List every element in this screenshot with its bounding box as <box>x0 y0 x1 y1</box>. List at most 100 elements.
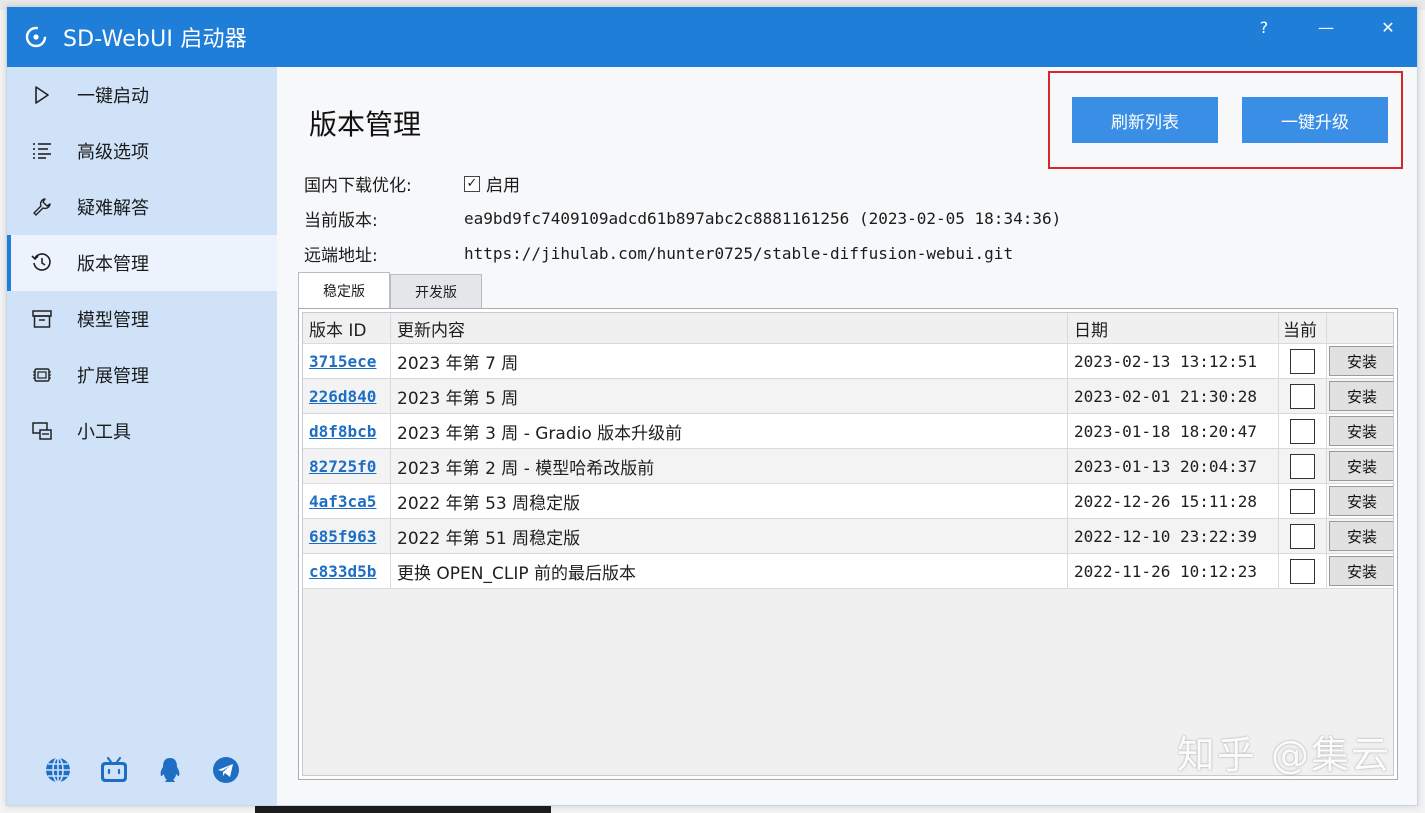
table-row: 82725f0 2023 年第 2 周 - 模型哈希改版前 2023-01-13 2… <box>303 449 1393 484</box>
version-id-cell: 4af3ca5 <box>303 484 391 518</box>
bilibili-icon[interactable] <box>99 755 129 785</box>
version-id-link[interactable]: 226d840 <box>309 387 376 406</box>
current-cell <box>1279 484 1327 518</box>
tools-icon <box>31 420 53 442</box>
version-id-cell: d8f8bcb <box>303 414 391 448</box>
version-id-link[interactable]: d8f8bcb <box>309 422 376 441</box>
window-title: SD-WebUI 启动器 <box>63 27 247 52</box>
install-button[interactable]: 安装 <box>1329 451 1393 481</box>
install-button[interactable]: 安装 <box>1329 346 1393 376</box>
current-checkbox[interactable] <box>1290 418 1315 444</box>
play-icon <box>31 84 53 106</box>
current-checkbox[interactable] <box>1290 348 1315 374</box>
version-date: 2022-12-10 23:22:39 <box>1074 526 1258 546</box>
sidebar-item-extensions[interactable]: 扩展管理 <box>7 347 277 403</box>
action-cell: 安装 <box>1327 449 1393 483</box>
sidebar-item-label: 小工具 <box>77 422 131 443</box>
remote-value: https://jihulab.com/hunter0725/stable-di… <box>464 244 1014 263</box>
version-tabs: 稳定版 开发版 <box>298 272 482 308</box>
current-cell <box>1279 344 1327 378</box>
telegram-icon[interactable] <box>211 755 241 785</box>
sidebar-item-advanced[interactable]: 高级选项 <box>7 123 277 179</box>
column-header-action <box>1327 313 1393 343</box>
version-desc-cell: 2022 年第 51 周稳定版 <box>391 519 1068 553</box>
mirror-checkbox[interactable]: ✓ <box>464 175 480 192</box>
current-checkbox[interactable] <box>1290 558 1315 584</box>
install-button[interactable]: 安装 <box>1329 416 1393 446</box>
version-date: 2022-11-26 10:12:23 <box>1074 561 1258 581</box>
version-id-link[interactable]: 3715ece <box>309 352 376 371</box>
version-id-cell: c833d5b <box>303 554 391 588</box>
tab-dev[interactable]: 开发版 <box>390 274 482 308</box>
action-cell: 安装 <box>1327 379 1393 413</box>
version-id-cell: 685f963 <box>303 519 391 553</box>
versions-table-frame: 版本 ID 更新内容 日期 当前 3715ece 2023 年第 7 周 2023-… <box>298 308 1398 780</box>
sidebar-item-label: 模型管理 <box>77 310 149 331</box>
current-cell <box>1279 554 1327 588</box>
sidebar-item-models[interactable]: 模型管理 <box>7 291 277 347</box>
sidebar-item-tools[interactable]: 小工具 <box>7 403 277 459</box>
archive-icon <box>31 308 53 330</box>
mirror-checkbox-label[interactable]: 启用 <box>486 171 520 196</box>
qq-icon[interactable] <box>155 755 185 785</box>
sidebar-item-launch[interactable]: 一键启动 <box>7 67 277 123</box>
current-version-row: 当前版本: ea9bd9fc7409109adcd61b897abc2c8881… <box>304 206 1061 231</box>
install-button[interactable]: 安装 <box>1329 486 1393 516</box>
install-button[interactable]: 安装 <box>1329 521 1393 551</box>
table-row: c833d5b 更换 OPEN_CLIP 前的最后版本 2022-11-26 10:… <box>303 554 1393 589</box>
app-logo-icon <box>21 22 51 52</box>
versions-table: 版本 ID 更新内容 日期 当前 3715ece 2023 年第 7 周 2023-… <box>302 312 1394 776</box>
sidebar: 一键启动 高级选项 疑难解答 版本管理 模型管理 扩展管理 小工具 <box>7 67 277 805</box>
title-bar[interactable]: SD-WebUI 启动器 ? — ✕ <box>7 7 1417 67</box>
app-window: SD-WebUI 启动器 ? — ✕ 一键启动 高级选项 疑难解答 版本管理 模… <box>6 6 1418 806</box>
install-button[interactable]: 安装 <box>1329 381 1393 411</box>
action-cell: 安装 <box>1327 484 1393 518</box>
action-cell: 安装 <box>1327 344 1393 378</box>
current-checkbox[interactable] <box>1290 383 1315 409</box>
close-button[interactable]: ✕ <box>1357 7 1417 47</box>
version-id-link[interactable]: 4af3ca5 <box>309 492 376 511</box>
wrench-icon <box>31 196 53 218</box>
version-id-cell: 226d840 <box>303 379 391 413</box>
version-desc-cell: 2023 年第 2 周 - 模型哈希改版前 <box>391 449 1068 483</box>
history-icon <box>31 252 53 274</box>
version-desc-cell: 2023 年第 3 周 - Gradio 版本升级前 <box>391 414 1068 448</box>
version-date: 2023-01-18 18:20:47 <box>1074 421 1258 441</box>
watermark: 知乎 @集云 <box>1176 733 1391 777</box>
social-links <box>7 755 277 785</box>
upgrade-button[interactable]: 一键升级 <box>1242 97 1388 143</box>
version-date-cell: 2022-11-26 10:12:23 <box>1068 554 1279 588</box>
help-button[interactable]: ? <box>1233 7 1295 47</box>
install-button[interactable]: 安装 <box>1329 556 1393 586</box>
main-panel: 版本管理 刷新列表 一键升级 国内下载优化: ✓ 启用 当前版本: ea9bd9… <box>277 67 1417 805</box>
version-id-link[interactable]: 82725f0 <box>309 457 376 476</box>
table-header: 版本 ID 更新内容 日期 当前 <box>303 313 1393 344</box>
mirror-label: 国内下载优化: <box>304 176 412 196</box>
minimize-button[interactable]: — <box>1295 7 1357 47</box>
version-date: 2023-02-01 21:30:28 <box>1074 386 1258 406</box>
remote-label: 远端地址: <box>304 246 378 266</box>
refresh-list-button[interactable]: 刷新列表 <box>1072 97 1218 143</box>
table-row: d8f8bcb 2023 年第 3 周 - Gradio 版本升级前 2023-01… <box>303 414 1393 449</box>
current-checkbox[interactable] <box>1290 523 1315 549</box>
version-date: 2022-12-26 15:11:28 <box>1074 491 1258 511</box>
globe-icon[interactable] <box>43 755 73 785</box>
current-cell <box>1279 519 1327 553</box>
table-row: 3715ece 2023 年第 7 周 2023-02-13 13:12:51 安装 <box>303 344 1393 379</box>
tab-stable[interactable]: 稳定版 <box>298 272 390 308</box>
mirror-row: 国内下载优化: ✓ 启用 <box>304 171 520 196</box>
action-cell: 安装 <box>1327 519 1393 553</box>
sidebar-item-troubleshoot[interactable]: 疑难解答 <box>7 179 277 235</box>
table-row: 685f963 2022 年第 51 周稳定版 2022-12-10 23:22:3… <box>303 519 1393 554</box>
version-date: 2023-02-13 13:12:51 <box>1074 351 1258 371</box>
window-controls: ? — ✕ <box>1233 7 1417 47</box>
current-version-label: 当前版本: <box>304 211 378 231</box>
version-date-cell: 2023-01-13 20:04:37 <box>1068 449 1279 483</box>
version-id-link[interactable]: c833d5b <box>309 562 376 581</box>
sidebar-item-versions[interactable]: 版本管理 <box>7 235 277 291</box>
version-date-cell: 2023-01-18 18:20:47 <box>1068 414 1279 448</box>
version-id-link[interactable]: 685f963 <box>309 527 376 546</box>
version-desc-cell: 2023 年第 7 周 <box>391 344 1068 378</box>
current-checkbox[interactable] <box>1290 453 1315 479</box>
current-checkbox[interactable] <box>1290 488 1315 514</box>
